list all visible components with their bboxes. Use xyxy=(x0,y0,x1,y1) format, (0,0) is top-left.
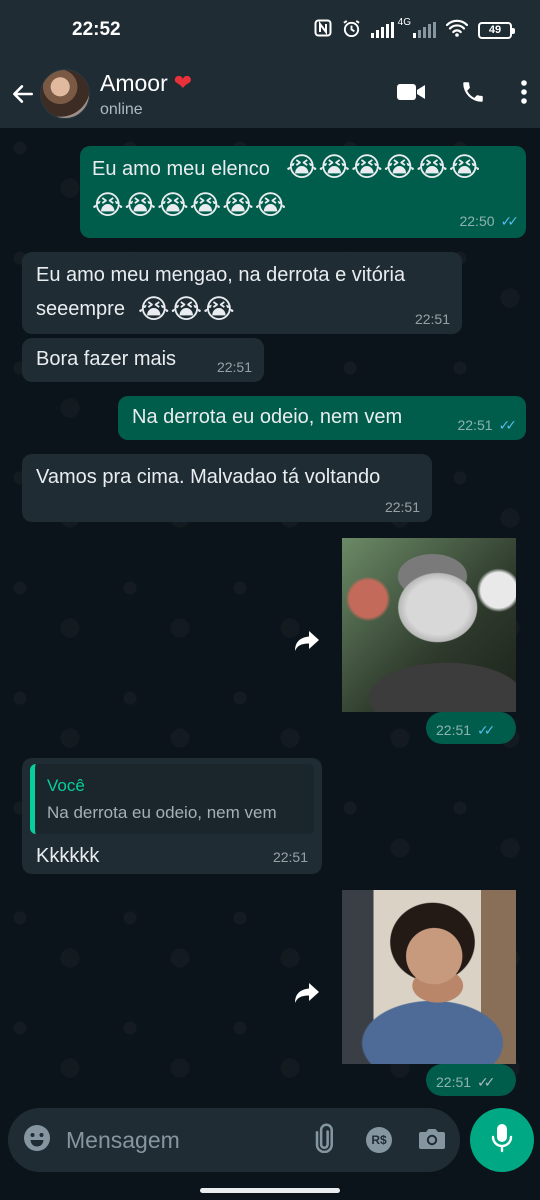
status-icons: 4G 49 xyxy=(314,16,515,42)
read-receipt-icon: ✓✓ xyxy=(498,416,518,433)
header-actions xyxy=(396,79,528,110)
back-arrow-icon[interactable] xyxy=(8,79,38,109)
home-indicator[interactable] xyxy=(200,1188,340,1193)
message-time: 22:51 xyxy=(436,722,472,738)
contact-name-text: Amoor xyxy=(100,69,168,96)
message-meta: 22:50 ✓✓ xyxy=(459,210,520,232)
signal-2-icon xyxy=(413,22,436,38)
message-time: 22:51 xyxy=(414,310,450,327)
message-time: 22:51 xyxy=(272,848,308,865)
more-options-icon[interactable] xyxy=(520,79,528,110)
message-time: 22:51 xyxy=(436,1074,472,1090)
message-text: Vamos pra cima. Malvadao tá voltando xyxy=(36,466,381,488)
message-outgoing[interactable]: Na derrota eu odeio, nem vem 22:51 ✓✓ xyxy=(118,396,526,440)
sticker-meta-pill: 22:51 ✓✓ xyxy=(426,1064,516,1096)
message-time: 22:51 xyxy=(457,416,493,433)
avatar[interactable] xyxy=(40,69,90,119)
heart-emoji: ❤ xyxy=(173,70,193,95)
message-emoji: 😭😭😭 xyxy=(138,294,236,324)
message-incoming[interactable]: Bora fazer mais 22:51 xyxy=(22,338,264,382)
quoted-message[interactable]: Você Na derrota eu odeio, nem vem xyxy=(30,764,314,835)
quote-text: Na derrota eu odeio, nem vem xyxy=(47,803,277,823)
message-incoming[interactable]: Vamos pra cima. Malvadao tá voltando 22:… xyxy=(22,454,432,522)
message-input[interactable]: Mensagem xyxy=(66,1127,180,1154)
nfc-icon xyxy=(314,19,332,41)
message-incoming-reply[interactable]: Você Na derrota eu odeio, nem vem Kkkkkk… xyxy=(22,758,322,874)
network-type: 4G xyxy=(397,16,411,28)
message-emoji: 😭😭😭😭😭😭 xyxy=(286,152,482,182)
attach-icon[interactable] xyxy=(312,1123,340,1158)
forward-icon[interactable] xyxy=(284,618,330,664)
sticker-image[interactable] xyxy=(342,890,516,1064)
message-meta: 22:51 xyxy=(273,846,308,868)
camera-icon[interactable] xyxy=(418,1125,446,1156)
message-text: Eu amo meu mengao, na derrota e vitória … xyxy=(36,264,406,320)
status-time: 22:52 xyxy=(72,19,121,40)
read-receipt-icon: ✓✓ xyxy=(500,212,520,229)
signal-icon xyxy=(370,22,394,38)
emoji-icon[interactable] xyxy=(22,1123,52,1158)
alarm-icon xyxy=(342,19,361,42)
message-meta: 22:51 ✓✓ xyxy=(457,414,518,436)
read-receipt-icon: ✓✓ xyxy=(477,722,496,738)
message-meta: 22:51 xyxy=(415,308,450,330)
status-bar: 22:52 4G 49 xyxy=(0,0,540,60)
message-time: 22:51 xyxy=(216,358,252,375)
video-call-icon[interactable] xyxy=(396,81,426,108)
message-incoming[interactable]: Eu amo meu mengao, na derrota e vitória … xyxy=(22,252,462,334)
message-meta: 22:51 xyxy=(217,356,252,378)
message-text: Eu amo meu elenco xyxy=(92,158,270,180)
battery-indicator: 49 xyxy=(478,21,515,39)
contact-info[interactable]: Amoor ❤ online xyxy=(100,70,192,119)
payment-icon[interactable]: R$ xyxy=(366,1127,392,1153)
message-input-bar[interactable]: Mensagem R$ xyxy=(8,1108,460,1172)
quote-author: Você xyxy=(47,776,85,795)
mic-button[interactable] xyxy=(470,1108,534,1172)
message-emoji: 😭😭😭😭😭😭 xyxy=(92,190,288,220)
wifi-icon xyxy=(445,19,469,41)
phone-icon[interactable] xyxy=(460,79,486,110)
contact-status: online xyxy=(100,100,143,118)
message-meta: 22:51 xyxy=(385,496,420,518)
message-outgoing[interactable]: Eu amo meu elenco 😭😭😭😭😭😭 😭😭😭😭😭😭 22:50 ✓✓ xyxy=(80,146,526,238)
message-text: Na derrota eu odeio, nem vem xyxy=(132,406,403,428)
chat-header: Amoor ❤ online xyxy=(0,60,540,128)
message-time: 22:50 xyxy=(459,212,495,229)
message-text: Kkkkkk xyxy=(36,845,100,868)
input-actions: R$ xyxy=(312,1123,446,1158)
sticker-image[interactable] xyxy=(342,538,516,712)
forward-icon[interactable] xyxy=(284,970,330,1016)
contact-name: Amoor ❤ xyxy=(100,70,192,97)
chat-area[interactable]: Eu amo meu elenco 😭😭😭😭😭😭 😭😭😭😭😭😭 22:50 ✓✓… xyxy=(0,128,540,1100)
delivered-receipt-icon: ✓✓ xyxy=(477,1074,496,1090)
message-time: 22:51 xyxy=(384,498,420,515)
mic-icon xyxy=(491,1123,513,1158)
sticker-meta-pill: 22:51 ✓✓ xyxy=(426,712,516,744)
